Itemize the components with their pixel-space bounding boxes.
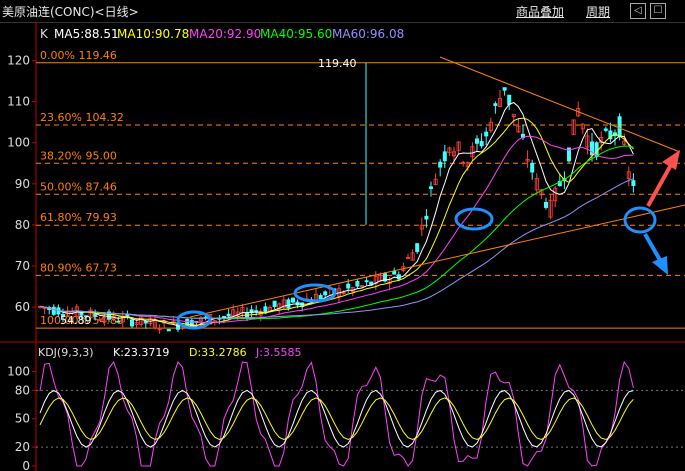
annotation-circle <box>454 207 494 231</box>
high-price-label: 119.40 <box>318 57 357 70</box>
candle-body <box>143 321 148 324</box>
candle-body <box>442 151 447 162</box>
price-tick-label: 60 <box>15 300 30 314</box>
candle-body <box>263 306 268 314</box>
fib-level-label: 80.90% 67.73 <box>40 261 117 274</box>
annotation-circle <box>293 283 337 303</box>
price-chart[interactable]: 60 70 80 90 100 110 120 0.00% 119.46 23.60% 104.… <box>0 0 685 471</box>
low-price-label: 54.89 <box>60 314 92 327</box>
candle-body <box>424 215 429 220</box>
kdj-k-line <box>39 389 634 448</box>
price-tick-label: 120 <box>7 54 30 68</box>
candle-body <box>51 306 56 315</box>
down-arrow-shaft <box>643 233 662 261</box>
candle-body <box>254 310 259 312</box>
annotation-circle <box>623 206 657 234</box>
kdj-tick-label: 100 <box>7 364 30 378</box>
candle-body <box>438 161 443 168</box>
candle-body <box>544 201 549 208</box>
price-tick-label: 80 <box>15 218 30 232</box>
up-arrow-head <box>662 150 680 170</box>
candle-body <box>318 295 323 300</box>
fib-level-label: 38.20% 95.00 <box>40 149 117 162</box>
fib-level-label: 0.00% 119.46 <box>40 49 117 62</box>
kdj-j-line <box>39 360 634 467</box>
candle-body <box>502 87 507 91</box>
up-arrow-shaft <box>646 162 674 207</box>
candle-body <box>129 319 134 327</box>
candle-body <box>474 138 479 144</box>
price-tick-label: 100 <box>7 136 30 150</box>
candle-body <box>364 280 369 283</box>
candle-body <box>286 299 291 309</box>
candle-body <box>603 128 608 131</box>
kdj-tick-label: 50 <box>15 412 30 426</box>
down-arrow-head <box>652 256 668 275</box>
fib-level-label: 50.00% 87.46 <box>40 180 117 193</box>
candle-body <box>493 103 498 106</box>
ma20-line <box>39 135 634 323</box>
candle-body <box>631 180 636 186</box>
price-tick-label: 70 <box>15 259 30 273</box>
candle-body <box>290 297 295 303</box>
candle-body <box>392 271 397 275</box>
candle-body <box>272 300 277 308</box>
candle-body <box>116 320 121 323</box>
candle-body <box>355 281 360 287</box>
candle-body <box>484 131 489 137</box>
candle-body <box>507 94 512 105</box>
ma40-line <box>39 145 634 320</box>
ma5-line <box>39 102 634 328</box>
descending-trendline <box>439 56 681 153</box>
price-tick-label: 90 <box>15 177 30 191</box>
candle-body <box>226 313 231 317</box>
kdj-tick-label: 0 <box>22 459 30 471</box>
kdj-tick-label: 80 <box>15 383 30 397</box>
ma10-line <box>39 117 634 326</box>
candle-body <box>93 313 98 317</box>
candle-body <box>346 283 351 289</box>
ascending-trendline <box>189 204 685 318</box>
candle-body <box>617 116 622 138</box>
candle-body <box>415 243 420 253</box>
candle-body <box>166 328 171 332</box>
candle-body <box>479 141 484 147</box>
candle-body <box>323 291 328 296</box>
price-tick-label: 110 <box>7 95 30 109</box>
fib-level-label: 61.80% 79.93 <box>40 211 117 224</box>
candle-body <box>125 314 130 317</box>
fib-level-label: 23.60% 104.32 <box>40 111 124 124</box>
candle-body <box>530 163 535 173</box>
kdj-tick-label: 20 <box>15 440 30 454</box>
candle-body <box>428 186 433 189</box>
